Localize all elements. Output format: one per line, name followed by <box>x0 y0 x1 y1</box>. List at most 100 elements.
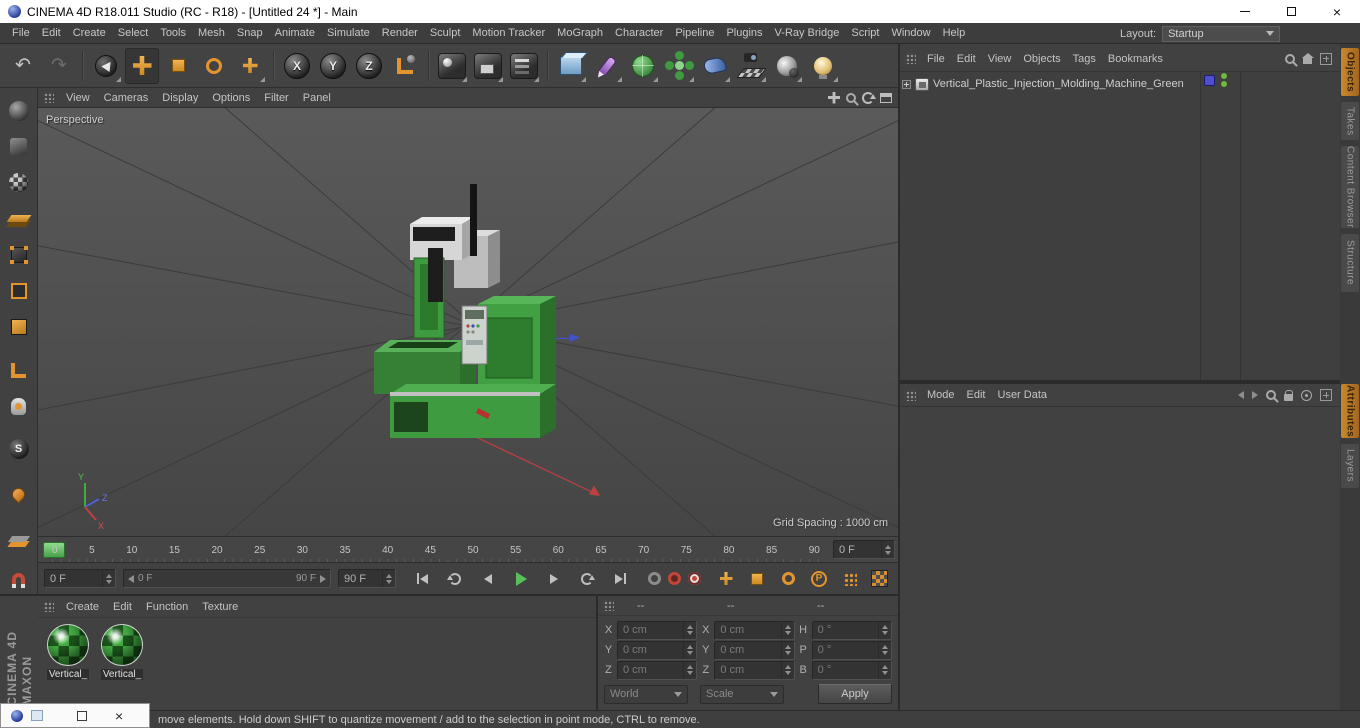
rotation-field[interactable]: 0 ° <box>811 640 892 660</box>
light-button[interactable] <box>806 48 840 84</box>
key-position-toggle[interactable] <box>714 568 738 590</box>
field-stepper[interactable] <box>683 641 696 659</box>
size-field[interactable]: 0 cm <box>714 620 795 640</box>
field-stepper[interactable] <box>683 661 696 679</box>
materials-menu-item[interactable]: Texture <box>195 601 245 613</box>
new-panel-icon[interactable] <box>1320 389 1332 401</box>
solo-mode-button[interactable]: S <box>4 434 34 463</box>
polygons-mode-button[interactable] <box>4 312 34 341</box>
panel-grip-icon[interactable] <box>905 53 916 64</box>
object-manager-menu-item[interactable]: View <box>982 53 1018 65</box>
visibility-dot-bottom[interactable] <box>1221 81 1227 87</box>
mini-close-icon[interactable]: × <box>115 709 123 723</box>
next-frame-button[interactable] <box>541 568 567 590</box>
next-key-button[interactable] <box>574 568 600 590</box>
menu-item[interactable]: V-Ray Bridge <box>769 27 846 39</box>
range-left-handle-icon[interactable] <box>128 574 134 583</box>
viewport-menu-item[interactable]: Cameras <box>97 92 156 104</box>
edges-mode-button[interactable] <box>4 276 34 305</box>
camera-label[interactable]: Perspective <box>46 114 103 126</box>
new-panel-icon[interactable] <box>1320 52 1332 65</box>
lock-x-axis-button[interactable]: X <box>280 48 314 84</box>
timeline-ruler[interactable]: 0 5 10 15 20 25 30 35 40 45 50 55 60 65 70 75 80 85 90 <box>38 537 830 563</box>
end-frame-field[interactable]: 90 F <box>338 569 396 588</box>
panel-grip-icon[interactable] <box>905 389 916 401</box>
history-back-icon[interactable] <box>1238 391 1244 399</box>
subdivision-surface-button[interactable] <box>626 48 660 84</box>
previous-frame-button[interactable] <box>475 568 501 590</box>
preview-range-slider[interactable]: 0 F 90 F <box>123 569 331 588</box>
viewport-menu-item[interactable]: Panel <box>296 92 338 104</box>
key-pla-toggle[interactable] <box>838 568 862 590</box>
tab-attributes[interactable]: Attributes <box>1341 384 1359 438</box>
search-icon[interactable] <box>1285 53 1295 64</box>
make-editable-button[interactable] <box>4 96 34 125</box>
tab-structure[interactable]: Structure <box>1341 234 1359 292</box>
field-stepper[interactable] <box>780 621 794 639</box>
visibility-dots[interactable] <box>1221 73 1227 87</box>
menu-item[interactable]: Edit <box>36 27 67 39</box>
menu-item[interactable]: Simulate <box>321 27 376 39</box>
toggle-view-icon[interactable] <box>880 92 892 103</box>
object-manager-menu-item[interactable]: Tags <box>1067 53 1102 65</box>
dope-sheet-icon[interactable] <box>871 570 888 587</box>
workplane-mode-button[interactable] <box>4 204 34 233</box>
visibility-dot-top[interactable] <box>1221 73 1227 79</box>
spline-pen-button[interactable] <box>590 48 624 84</box>
history-forward-icon[interactable] <box>1252 391 1258 399</box>
magnet-snap-button[interactable] <box>4 566 34 595</box>
deformer-button[interactable] <box>698 48 732 84</box>
snap-settings-button[interactable] <box>4 524 34 553</box>
material-item[interactable]: Vertical_ <box>98 624 146 710</box>
apply-button[interactable]: Apply <box>818 684 892 704</box>
play-button[interactable] <box>508 568 534 590</box>
menu-item[interactable]: File <box>6 27 36 39</box>
size-field[interactable]: 0 cm <box>714 640 795 660</box>
menu-item[interactable]: Script <box>845 27 885 39</box>
mini-maximize-icon[interactable] <box>77 710 87 721</box>
menu-item[interactable]: Mesh <box>192 27 231 39</box>
key-scale-toggle[interactable] <box>745 568 769 590</box>
camera-stage-button[interactable] <box>734 48 768 84</box>
menu-item[interactable]: Plugins <box>720 27 768 39</box>
end-frame-stepper[interactable] <box>382 570 395 587</box>
coordinate-space-select[interactable]: World <box>604 684 688 704</box>
lock-z-axis-button[interactable]: Z <box>352 48 386 84</box>
maximize-button[interactable] <box>1268 0 1314 23</box>
paint-setup-button[interactable] <box>4 480 34 509</box>
field-stepper[interactable] <box>683 621 696 639</box>
menu-item[interactable]: Help <box>937 27 972 39</box>
material-preview-sphere[interactable] <box>101 624 143 666</box>
tab-content-browser[interactable]: Content Browser <box>1341 146 1359 228</box>
field-stepper[interactable] <box>877 641 891 659</box>
autokeying-button[interactable] <box>668 572 681 585</box>
rotation-field[interactable]: 0 ° <box>811 620 892 640</box>
start-frame-stepper[interactable] <box>102 570 115 587</box>
scale-button[interactable] <box>161 48 195 84</box>
texture-tag-icon[interactable] <box>1204 75 1215 86</box>
tab-takes[interactable]: Takes <box>1341 102 1359 140</box>
home-icon[interactable] <box>1301 53 1314 64</box>
tab-objects[interactable]: Objects <box>1341 48 1359 96</box>
size-column-header[interactable]: -- <box>709 600 799 612</box>
materials-menu-item[interactable]: Edit <box>106 601 139 613</box>
frame-stepper[interactable] <box>881 541 894 558</box>
start-frame-field[interactable]: 0 F <box>44 569 116 588</box>
rotate-view-icon[interactable] <box>862 91 876 104</box>
position-field[interactable]: 0 cm <box>617 620 698 640</box>
viewport-menu-item[interactable]: Options <box>205 92 257 104</box>
menu-item[interactable]: Motion Tracker <box>466 27 551 39</box>
menu-item[interactable]: Create <box>67 27 112 39</box>
mini-window[interactable]: × <box>0 703 150 728</box>
panel-grip-icon[interactable] <box>43 601 54 612</box>
menu-item[interactable]: Tools <box>154 27 192 39</box>
scale-mode-select[interactable]: Scale <box>700 684 784 704</box>
render-settings-button[interactable] <box>507 48 541 84</box>
menu-item[interactable]: Render <box>376 27 424 39</box>
materials-menu-item[interactable]: Create <box>59 601 106 613</box>
position-column-header[interactable]: -- <box>619 600 709 612</box>
object-manager-menu-item[interactable]: File <box>921 53 951 65</box>
rotate-button[interactable] <box>197 48 231 84</box>
key-rotation-toggle[interactable] <box>776 568 800 590</box>
goto-start-button[interactable] <box>409 568 435 590</box>
